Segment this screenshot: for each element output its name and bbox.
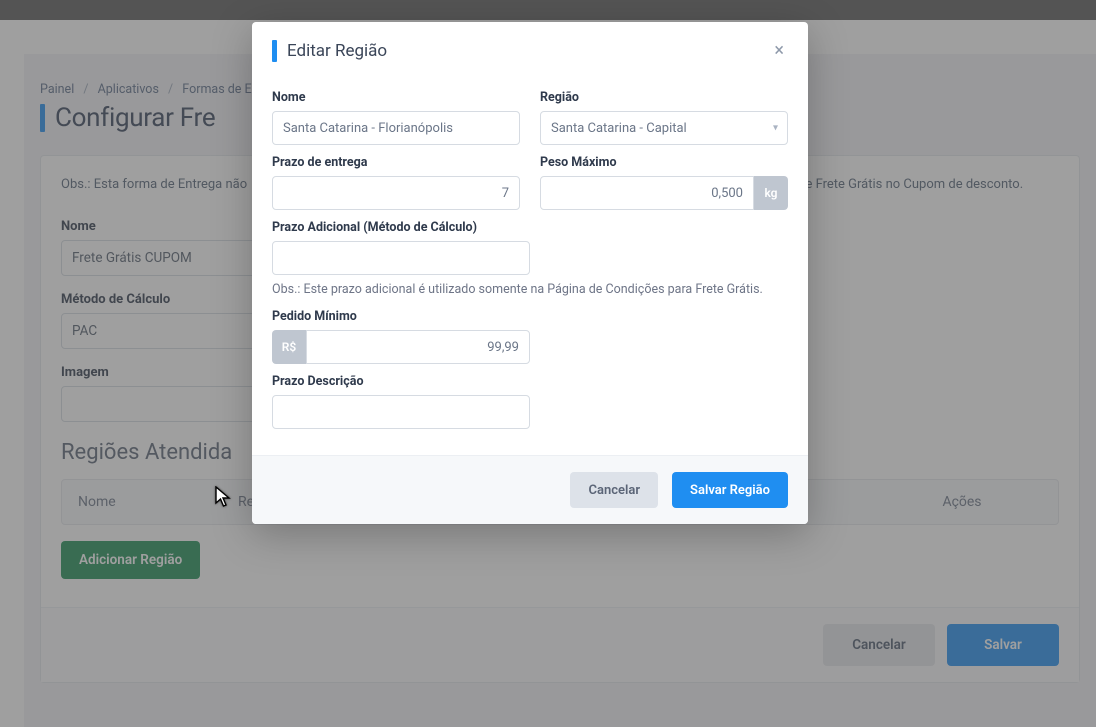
modal-label-pedido-minimo: Pedido Mínimo <box>272 309 788 324</box>
modal-input-nome[interactable] <box>272 111 520 145</box>
modal-save-button[interactable]: Salvar Região <box>672 472 788 508</box>
close-icon[interactable]: × <box>770 38 788 64</box>
modal-label-peso-max: Peso Máximo <box>540 155 788 170</box>
addon-kg: kg <box>754 176 788 210</box>
modal-title: Editar Região <box>287 41 770 61</box>
modal-input-pedido-minimo[interactable] <box>306 330 530 364</box>
modal-input-prazo-adicional[interactable] <box>272 241 530 275</box>
modal-label-nome: Nome <box>272 90 520 105</box>
modal-obs-prazo-adicional: Obs.: Este prazo adicional é utilizado s… <box>272 281 788 299</box>
addon-rs: R$ <box>272 330 306 364</box>
modal-label-prazo-adicional: Prazo Adicional (Método de Cálculo) <box>272 220 788 235</box>
modal-cancel-button[interactable]: Cancelar <box>570 472 658 508</box>
edit-region-modal: Editar Região × Nome Região ▾ <box>252 22 808 524</box>
modal-label-regiao: Região <box>540 90 788 105</box>
modal-input-prazo-entrega[interactable] <box>272 176 520 210</box>
modal-body: Nome Região ▾ Prazo de entrega P <box>252 72 808 455</box>
modal-input-prazo-descricao[interactable] <box>272 395 530 429</box>
modal-select-regiao[interactable] <box>540 111 788 145</box>
modal-label-prazo-entrega: Prazo de entrega <box>272 155 520 170</box>
modal-title-accent <box>272 40 277 62</box>
modal-footer: Cancelar Salvar Região <box>252 455 808 524</box>
modal-input-peso-max[interactable] <box>540 176 754 210</box>
modal-header: Editar Região × <box>252 22 808 72</box>
modal-label-prazo-descricao: Prazo Descrição <box>272 374 788 389</box>
